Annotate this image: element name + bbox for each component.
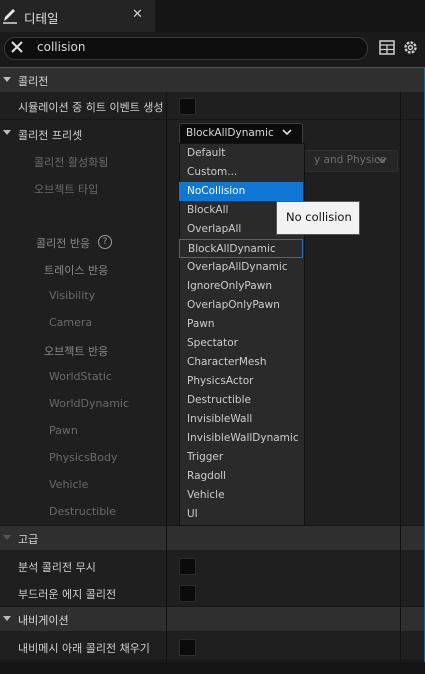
preset-option-label: Default (187, 147, 226, 159)
preset-option[interactable]: InvisibleWall (179, 410, 303, 429)
preset-option-label: PhysicsActor (187, 375, 254, 387)
gear-icon[interactable] (402, 39, 419, 56)
expand-arrow-icon (3, 77, 11, 82)
preset-option-label: Destructible (187, 394, 251, 406)
property-label: 콜리전 반응 (36, 237, 91, 250)
preset-option-label: BlockAllDynamic (188, 243, 276, 255)
preset-option[interactable]: PhysicsActor (179, 372, 303, 391)
preset-option-label: Spectator (187, 337, 238, 349)
preset-option[interactable]: Default (179, 144, 303, 163)
preset-option[interactable]: NoCollision (179, 182, 303, 201)
help-icon[interactable]: ? (98, 235, 112, 249)
property-label: Camera (49, 316, 93, 329)
preset-option-label: Pawn (187, 318, 215, 330)
bottom-bar (0, 662, 425, 674)
preset-option-label: IgnoreOnlyPawn (187, 280, 272, 292)
preset-option[interactable]: Pawn (179, 315, 303, 334)
preset-option[interactable]: OverlapOnlyPawn (179, 296, 303, 315)
category-advanced[interactable]: 고급 (0, 526, 424, 550)
expand-arrow-icon (3, 535, 11, 540)
property-label: 분석 콜리전 무시 (18, 561, 96, 574)
preset-option-label: NoCollision (187, 185, 246, 197)
ignore-analytic-checkbox[interactable] (179, 558, 196, 575)
tab-title: 디테일 (24, 11, 59, 26)
preset-option-label: CharacterMesh (187, 356, 267, 368)
property-row: 시뮬레이션 중 히트 이벤트 생성 (0, 92, 424, 120)
property-label: Destructible (49, 505, 116, 518)
category-label: 고급 (18, 533, 39, 546)
preset-option[interactable]: Ragdoll (179, 467, 303, 486)
category-navigation[interactable]: 내비게이션 (0, 607, 424, 631)
preset-option-label: Trigger (187, 451, 224, 463)
property-label: 부드러운 에지 콜리전 (18, 588, 117, 601)
preset-option[interactable]: UI (179, 505, 303, 524)
property-label: Vehicle (49, 478, 89, 491)
property-label: 트레이스 반응 (44, 264, 109, 277)
property-row: 부드러운 에지 콜리전 (0, 579, 424, 607)
preset-option-label: InvisibleWall (187, 413, 253, 425)
collision-preset-value: BlockAllDynamic (186, 127, 274, 139)
preset-option-label: UI (187, 508, 198, 520)
preset-option-label: OverlapAllDynamic (187, 261, 288, 273)
search-text: collision (37, 40, 86, 54)
preset-option-label: InvisibleWallDynamic (187, 432, 299, 444)
preset-option[interactable]: Custom... (179, 163, 303, 182)
property-label: PhysicsBody (49, 451, 118, 464)
property-label: 오브젝트 타입 (34, 183, 99, 196)
property-label: 내비메시 아래 콜리전 채우기 (18, 642, 150, 655)
property-label: 콜리전 활성화됨 (34, 156, 109, 169)
property-label: WorldDynamic (49, 397, 130, 410)
property-label: 콜리전 프리셋 (18, 129, 83, 142)
pencil-icon (3, 9, 17, 24)
expand-arrow-icon (3, 616, 11, 621)
column-divider (400, 92, 401, 662)
collision-enabled-value: y and Physics (314, 154, 386, 166)
clear-search-icon[interactable] (9, 39, 25, 55)
chevron-down-icon (282, 129, 292, 136)
property-label: 오브젝트 반응 (44, 345, 109, 358)
preset-option-label: Ragdoll (187, 470, 227, 482)
smooth-edge-checkbox[interactable] (179, 585, 196, 602)
preset-option[interactable]: InvisibleWallDynamic (179, 429, 303, 448)
column-divider[interactable] (166, 92, 167, 662)
expand-arrow-icon (3, 130, 11, 135)
preset-option-label: BlockAll (187, 204, 229, 216)
property-label: 시뮬레이션 중 히트 이벤트 생성 (18, 101, 164, 114)
category-label: 내비게이션 (18, 614, 69, 627)
preset-option-label: Vehicle (187, 489, 225, 501)
preset-option-label: Custom... (187, 166, 238, 178)
navmesh-fill-checkbox[interactable] (179, 639, 196, 656)
preset-option[interactable]: IgnoreOnlyPawn (179, 277, 303, 296)
property-label: Visibility (49, 289, 96, 302)
preset-option-label: OverlapOnlyPawn (187, 299, 280, 311)
preset-option[interactable]: CharacterMesh (179, 353, 303, 372)
category-collision[interactable]: 콜리전 (0, 68, 424, 92)
sim-hit-checkbox[interactable] (179, 98, 196, 115)
chevron-down-icon (377, 157, 387, 164)
preset-option[interactable]: OverlapAllDynamic (179, 258, 303, 277)
tab-close-button[interactable]: ✕ (132, 7, 143, 22)
preset-option[interactable]: Trigger (179, 448, 303, 467)
property-row: 분석 콜리전 무시 (0, 552, 424, 580)
preset-option[interactable]: BlockAllDynamic (179, 239, 303, 258)
preset-option[interactable]: Vehicle (179, 486, 303, 505)
tooltip-text: No collision (286, 210, 352, 224)
property-label: WorldStatic (49, 370, 112, 383)
preset-option[interactable]: Destructible (179, 391, 303, 410)
preset-option[interactable]: Spectator (179, 334, 303, 353)
property-row: 내비메시 아래 콜리전 채우기 (0, 633, 424, 661)
preset-option-label: OverlapAll (187, 223, 242, 235)
table-view-icon[interactable] (379, 40, 395, 55)
category-label: 콜리전 (18, 75, 49, 88)
property-label: Pawn (49, 424, 78, 437)
